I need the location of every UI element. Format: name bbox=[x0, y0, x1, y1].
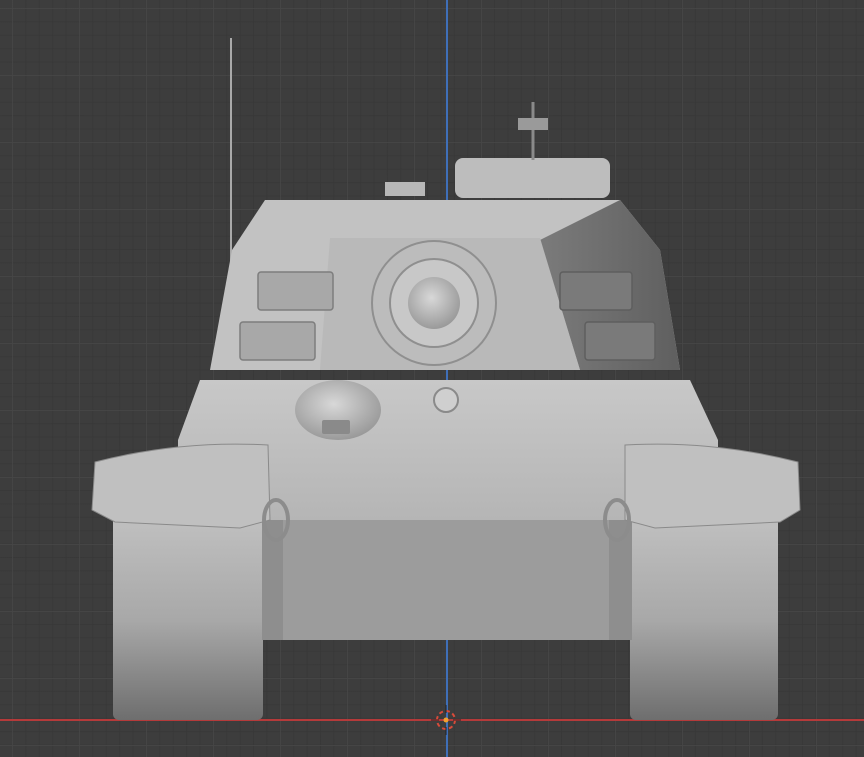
roof-hatch bbox=[385, 182, 425, 196]
right-fender bbox=[624, 443, 801, 529]
right-track bbox=[608, 500, 778, 720]
driver-periscope bbox=[322, 420, 350, 434]
left-fender bbox=[91, 443, 271, 529]
commander-cupola bbox=[455, 158, 610, 198]
left-track bbox=[113, 500, 284, 720]
lower-hull-plate bbox=[283, 520, 609, 640]
world-origin bbox=[443, 717, 449, 723]
3d-viewport[interactable] bbox=[0, 0, 864, 757]
roof-machine-gun bbox=[518, 118, 548, 130]
gun-barrel-muzzle bbox=[408, 277, 460, 329]
3d-cursor-icon[interactable] bbox=[431, 705, 461, 735]
hull-light bbox=[433, 387, 459, 413]
tank-model[interactable] bbox=[0, 0, 864, 757]
